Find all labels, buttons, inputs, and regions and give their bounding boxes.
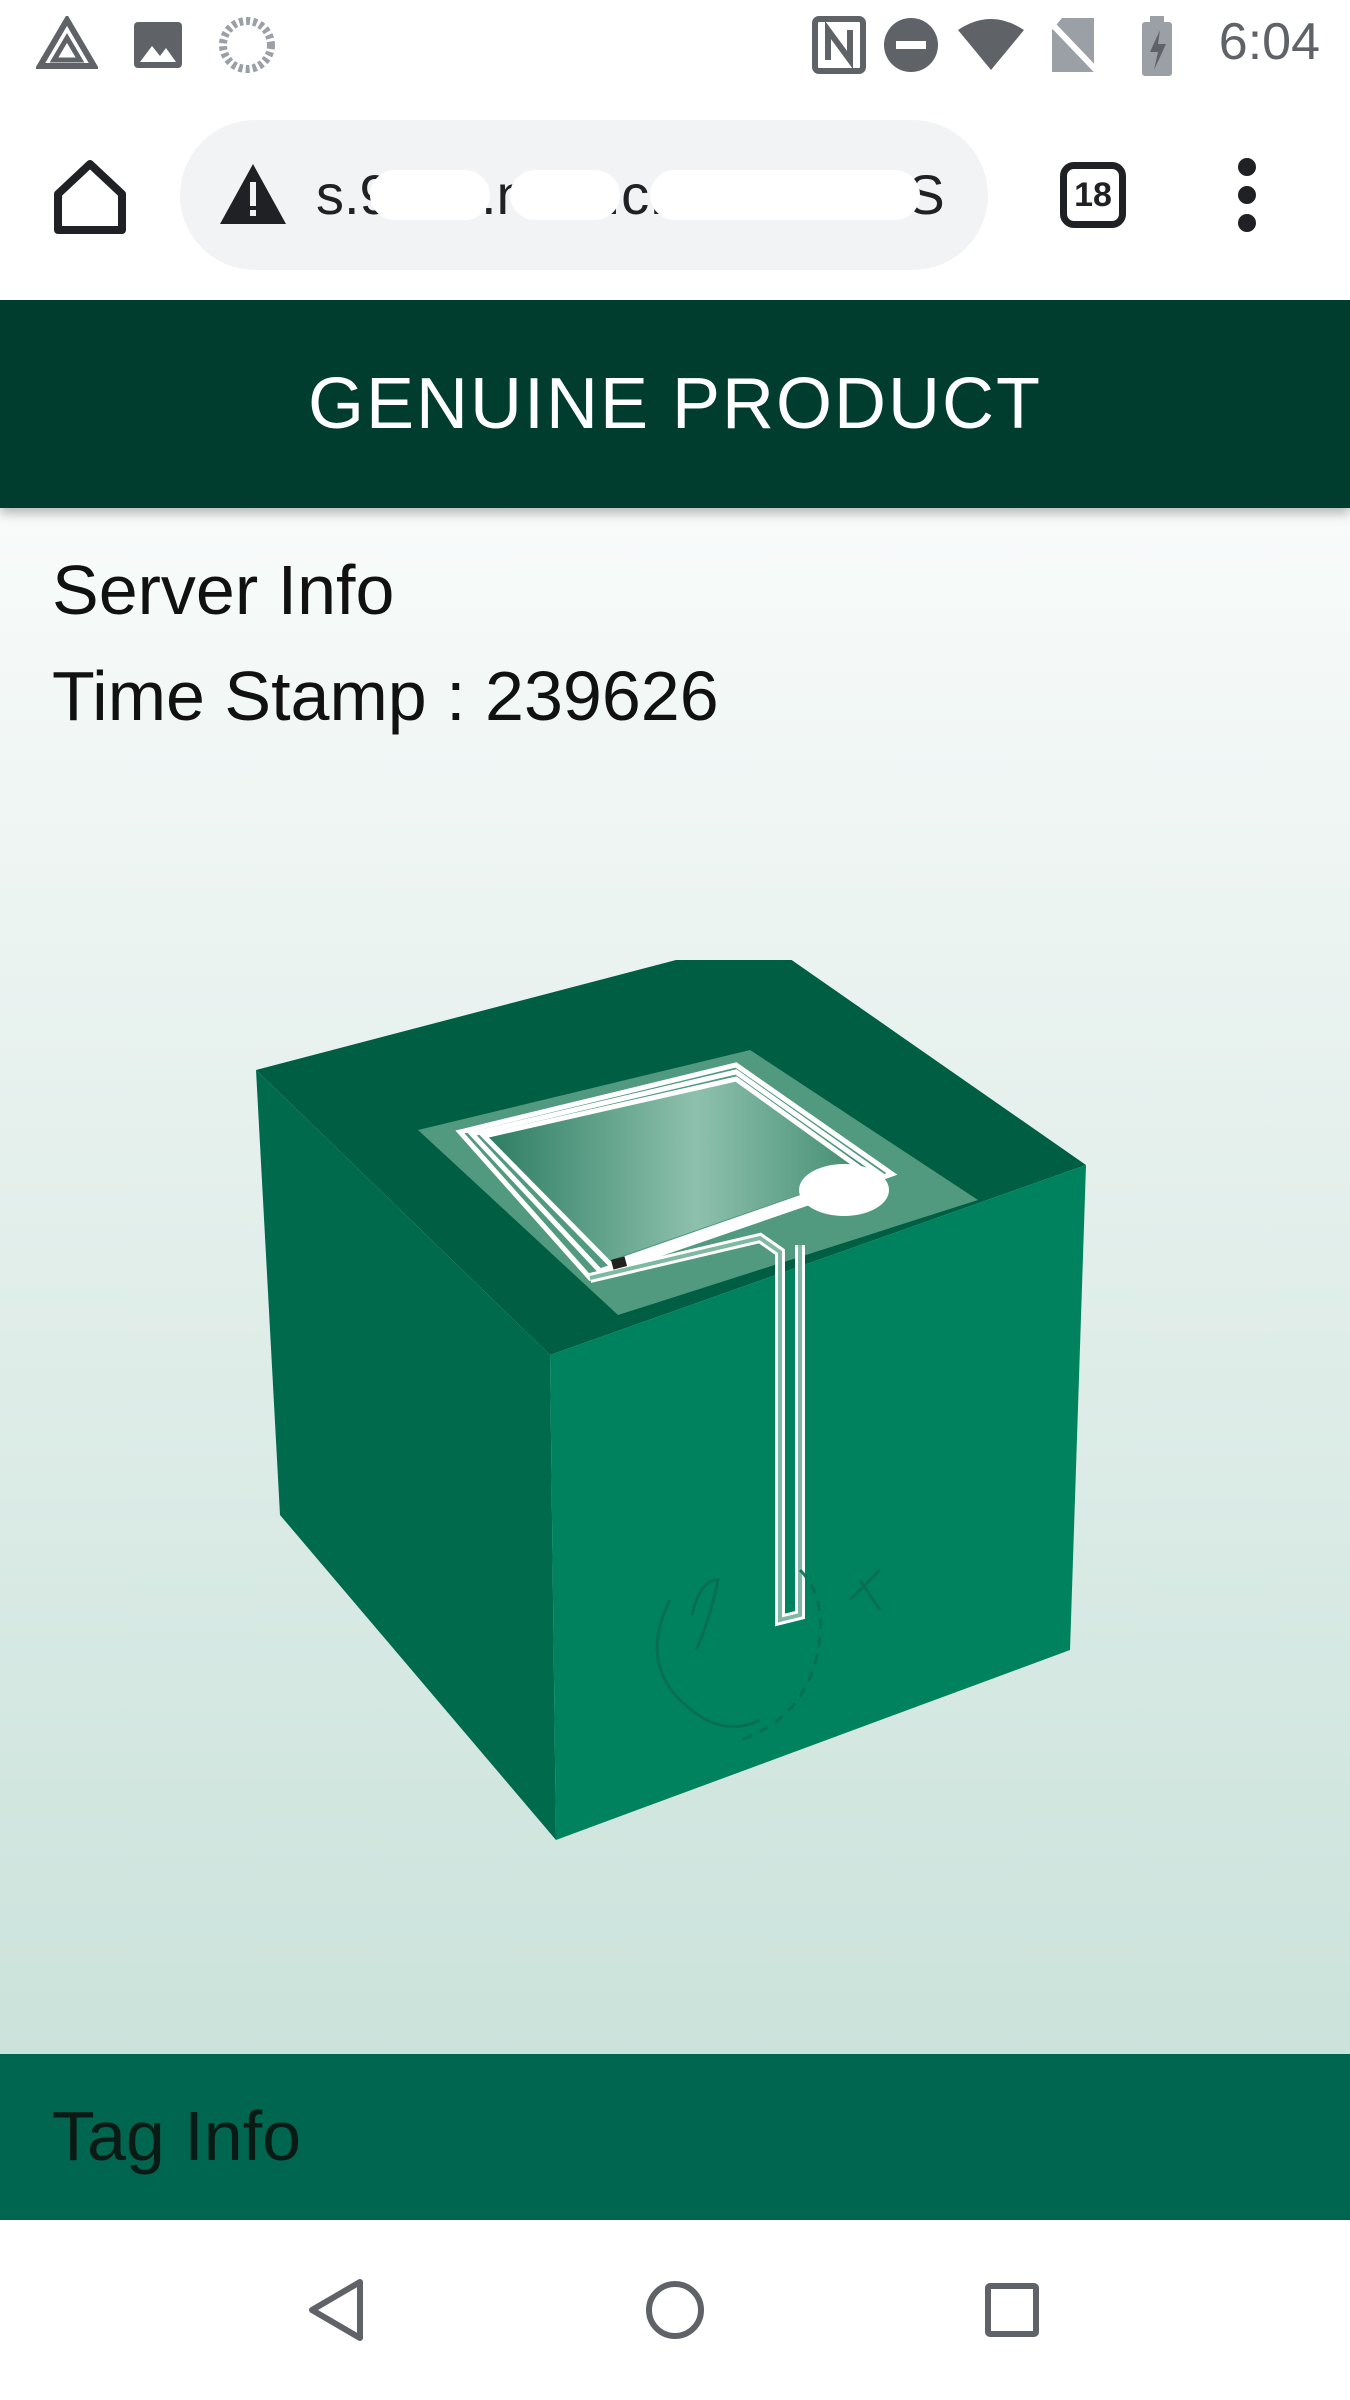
- wifi-icon: [956, 16, 1026, 77]
- page-content: GENUINE PRODUCT Server Info Time Stamp :…: [0, 300, 1350, 2220]
- image-icon: [132, 16, 184, 77]
- more-vert-icon[interactable]: [1222, 158, 1272, 234]
- browser-toolbar: s.9.ioo.n.e.r.c.oo.o.i.r.i.//SH.o9 18: [0, 92, 1350, 300]
- nfc-icon: [812, 16, 866, 79]
- back-icon: [309, 2279, 363, 2341]
- no-sim-icon: [1047, 16, 1099, 79]
- nfc-tag-box-illustration: [256, 960, 1086, 1840]
- nfc-dot: [799, 1164, 889, 1216]
- tab-switcher-button[interactable]: 18: [1060, 162, 1126, 228]
- drive-icon: [34, 14, 100, 77]
- recents-button[interactable]: [972, 2270, 1052, 2350]
- sync-icon: [218, 16, 276, 79]
- tag-info-section: Tag Info: [0, 2054, 1350, 2220]
- do-not-disturb-icon: [882, 16, 940, 79]
- home-icon: [54, 160, 126, 234]
- redaction-mark: [650, 170, 920, 220]
- address-field[interactable]: s.9.ioo.n.e.r.c.oo.o.i.r.i.//SH.o9: [180, 120, 988, 270]
- redaction-mark: [510, 170, 620, 220]
- server-info-heading: Server Info: [52, 551, 395, 629]
- battery-charging-icon: [1140, 16, 1174, 83]
- status-bar: 6:04: [0, 0, 1350, 92]
- home-button[interactable]: [48, 154, 132, 238]
- status-time: 6:04: [1218, 13, 1320, 71]
- home-circle-icon: [646, 2281, 704, 2339]
- home-nav-button[interactable]: [635, 2270, 715, 2350]
- tag-info-heading: Tag Info: [52, 2097, 302, 2175]
- redaction-mark: [370, 170, 490, 220]
- not-secure-warning-icon[interactable]: [218, 162, 288, 226]
- system-nav-bar: [0, 2220, 1350, 2400]
- timestamp-text: Time Stamp : 239626: [52, 657, 719, 735]
- recents-icon: [985, 2283, 1039, 2337]
- back-button[interactable]: [298, 2270, 378, 2350]
- page-banner: GENUINE PRODUCT: [0, 300, 1350, 508]
